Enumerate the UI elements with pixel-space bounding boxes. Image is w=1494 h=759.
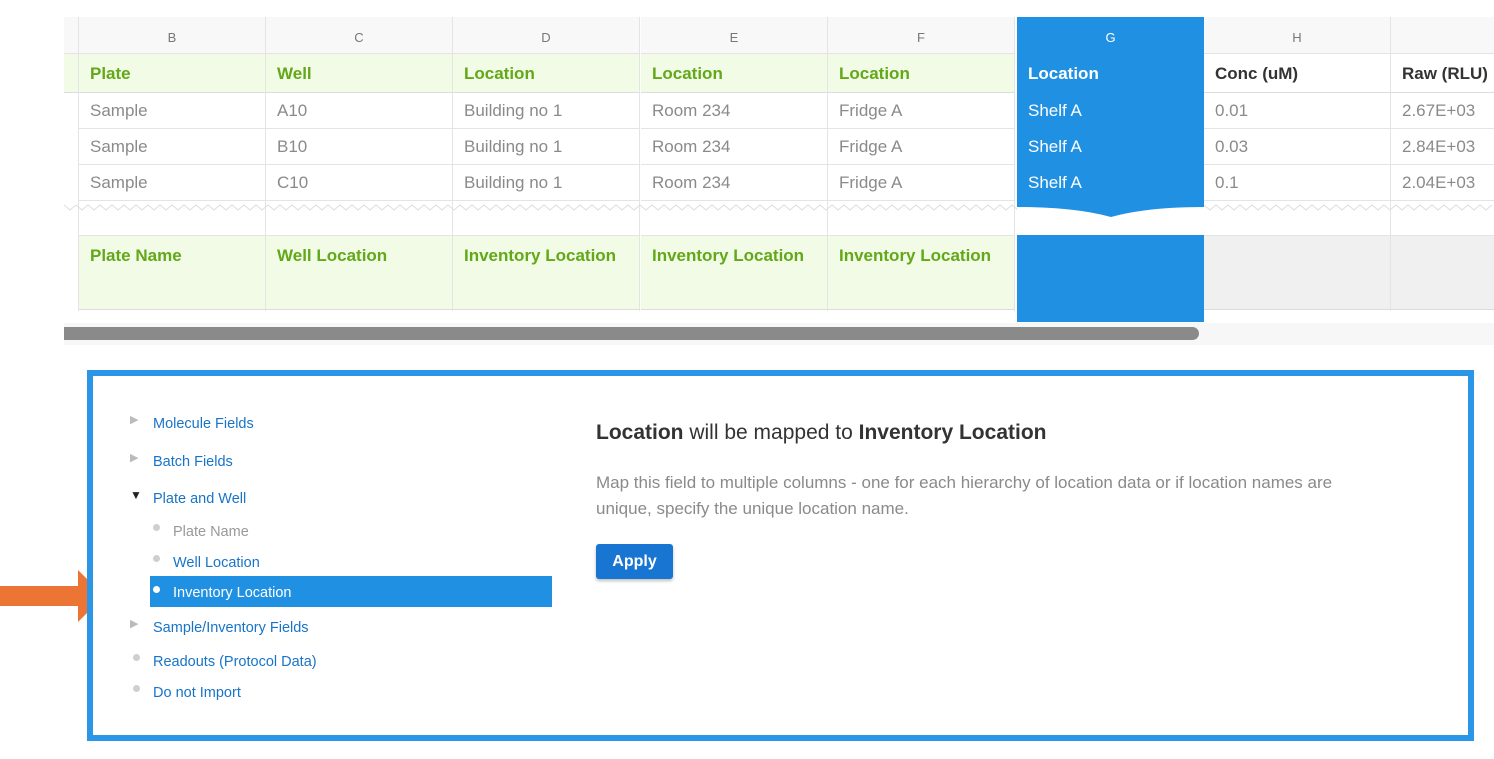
bullet-icon [153,586,160,593]
table-cell: Sample [79,129,265,165]
mapping-label [1017,235,1204,321]
column-header: Location [1017,54,1204,93]
mapping-label: Well Location [266,235,452,310]
table-cell: Shelf A [1028,101,1082,120]
scrollbar-thumb[interactable] [64,327,1199,340]
column-g-selected[interactable]: G Location Shelf A Shelf A Shelf A [1017,17,1204,322]
column-letter: D [453,17,639,54]
column-header: Location [828,54,1014,93]
mapping-label [1204,235,1390,310]
triangle-right-icon[interactable]: ▶ [130,413,138,426]
table-cell: 0.03 [1204,129,1390,165]
column-letter: B [79,17,265,54]
column-header: Location [641,54,827,93]
table-cell: Fridge A [828,129,1014,165]
mapping-summary: Location will be mapped to Inventory Loc… [596,420,1396,446]
mapping-description: Map this field to multiple columns - one… [596,473,1333,518]
column-letter: I [1391,17,1494,54]
triangle-right-icon[interactable]: ▶ [130,451,138,464]
tree-item-batch-fields[interactable]: Batch Fields [153,454,233,470]
apply-button[interactable]: Apply [596,544,673,579]
column-h[interactable]: H Conc (uM) 0.01 0.03 0.1 [1204,17,1391,311]
table-cell: 2.67E+03 [1391,93,1494,129]
table-cell: B10 [266,129,452,165]
tree-item-plate-and-well[interactable]: Plate and Well [153,491,246,507]
table-cell: Sample [79,165,265,201]
column-f[interactable]: F Location Fridge A Fridge A Fridge A In… [828,17,1015,311]
tree-item-well-location[interactable]: Well Location [173,555,260,571]
table-cell: A10 [266,93,452,129]
column-letter: G [1017,17,1204,54]
table-cell: 2.04E+03 [1391,165,1494,201]
column-d[interactable]: D Location Building no 1 Building no 1 B… [453,17,640,311]
table-cell: Room 234 [641,165,827,201]
bullet-icon [133,685,140,692]
mapping-label: Inventory Location [828,235,1014,310]
table-cell: 0.1 [1204,165,1390,201]
column-b[interactable]: B Plate Sample Sample Sample Plate Name [79,17,266,311]
triangle-down-icon[interactable]: ▼ [130,488,142,502]
table-cell: Sample [79,93,265,129]
bullet-icon [133,654,140,661]
table-cell: C10 [266,165,452,201]
bullet-icon [153,524,160,531]
column-header: Well [266,54,452,93]
column-header: Plate [79,54,265,93]
column-letter: E [641,17,827,54]
mapping-label [1391,235,1494,310]
spreadsheet-preview: B Plate Sample Sample Sample Plate Name … [64,17,1494,345]
mapping-label: Plate Name [79,235,265,310]
selection-pointer [1017,201,1204,235]
tree-item-sample-inventory-fields[interactable]: Sample/Inventory Fields [153,620,309,636]
table-cell: Shelf A [1028,173,1082,192]
column-e[interactable]: E Location Room 234 Room 234 Room 234 In… [641,17,828,311]
table-cell: 2.84E+03 [1391,129,1494,165]
mapping-info: Location will be mapped to Inventory Loc… [596,420,1396,579]
column-i[interactable]: I Raw (RLU) 2.67E+03 2.84E+03 2.04E+03 [1391,17,1494,311]
table-cell: Room 234 [641,93,827,129]
row-gutter [64,17,79,311]
mapping-connector-text: will be mapped to [689,421,853,444]
column-header: Location [453,54,639,93]
tree-item-label: Inventory Location [173,585,292,601]
source-field-name: Location [596,421,684,444]
table-cell: Building no 1 [453,93,639,129]
bullet-icon [153,555,160,562]
column-letter: F [828,17,1014,54]
table-cell: Shelf A [1028,137,1082,156]
table-cell: Building no 1 [453,129,639,165]
mapping-label: Inventory Location [641,235,827,310]
tree-item-plate-name: Plate Name [173,524,249,540]
table-cell: 0.01 [1204,93,1390,129]
column-letter: H [1204,17,1390,54]
tree-item-readouts[interactable]: Readouts (Protocol Data) [153,654,317,670]
tree-item-do-not-import[interactable]: Do not Import [153,685,241,701]
tree-item-inventory-location-selected[interactable]: Inventory Location [150,576,552,607]
column-header: Conc (uM) [1204,54,1390,93]
column-c[interactable]: C Well A10 B10 C10 Well Location [266,17,453,311]
mapping-panel: ▶ Molecule Fields ▶ Batch Fields ▼ Plate… [87,370,1474,741]
table-tear-divider [64,204,1493,211]
table-cell: Fridge A [828,165,1014,201]
table-cell: Fridge A [828,93,1014,129]
table-cell: Building no 1 [453,165,639,201]
mapping-label: Inventory Location [453,235,639,310]
table-cell: Room 234 [641,129,827,165]
triangle-right-icon[interactable]: ▶ [130,617,138,630]
tree-item-molecule-fields[interactable]: Molecule Fields [153,416,254,432]
column-letter: C [266,17,452,54]
target-field-name: Inventory Location [858,421,1047,444]
column-header: Raw (RLU) [1391,54,1494,93]
